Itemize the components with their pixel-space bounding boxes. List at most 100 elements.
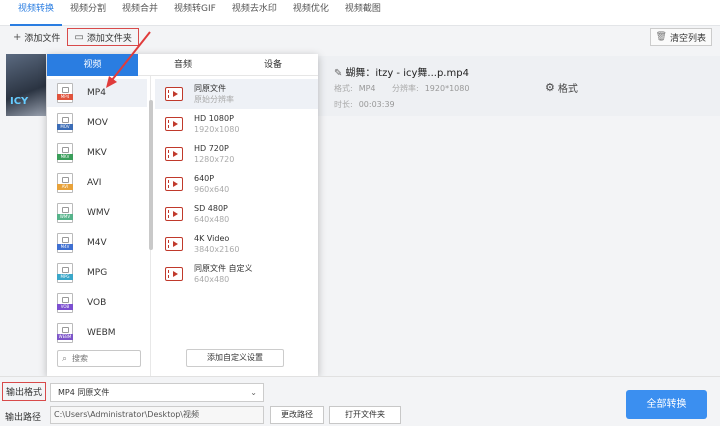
resolution-sub: 1280x720 bbox=[194, 155, 235, 164]
trash-icon: 🗑 bbox=[655, 32, 667, 42]
resolution-item[interactable]: SD 480P 640x480 bbox=[155, 199, 318, 229]
format-item-mp4[interactable]: MP4 MP4 bbox=[47, 79, 147, 107]
add-folder-button[interactable]: ▭ 添加文件夹 bbox=[67, 28, 139, 46]
format-item-wmv[interactable]: WMV WMV bbox=[47, 199, 147, 227]
file-duration: 时长: 00:03:39 bbox=[334, 99, 395, 110]
format-item-mov[interactable]: MOV MOV bbox=[47, 109, 147, 137]
webm-file-icon: WEBM bbox=[57, 323, 73, 343]
tab-video-merge[interactable]: 视频合并 bbox=[114, 0, 166, 26]
tab-video-optimize[interactable]: 视频优化 bbox=[285, 0, 337, 26]
format-popup: 视频 音频 设备 MP4 MP4 MOV MOV MKV MKV AVI AVI… bbox=[47, 54, 318, 376]
search-icon: ⌕ bbox=[62, 353, 68, 364]
format-item-mkv[interactable]: MKV MKV bbox=[47, 139, 147, 167]
film-icon bbox=[165, 117, 183, 131]
format-label: AVI bbox=[87, 178, 102, 188]
mp4-file-icon: MP4 bbox=[57, 83, 73, 103]
resolution-item[interactable]: 640P 960x640 bbox=[155, 169, 318, 199]
output-format-value: MP4 同原文件 bbox=[58, 388, 110, 397]
format-search-input[interactable] bbox=[72, 354, 133, 363]
resolution-sub: 640x480 bbox=[194, 275, 230, 284]
film-icon bbox=[165, 87, 183, 101]
add-file-button[interactable]: + 添加文件 bbox=[6, 28, 67, 46]
format-search-box[interactable]: ⌕ bbox=[57, 350, 141, 367]
output-format-label: 输出格式 bbox=[2, 382, 47, 401]
thumbnail-text: ICY bbox=[10, 96, 29, 107]
format-settings-label: 格式 bbox=[557, 84, 578, 95]
mpg-file-icon: MPG bbox=[57, 263, 73, 283]
format-list-scrollbar[interactable] bbox=[149, 100, 153, 250]
format-label: M4V bbox=[87, 238, 107, 248]
tab-video-screenshot[interactable]: 视频截图 bbox=[337, 0, 389, 26]
popup-tab-video[interactable]: 视频 bbox=[47, 54, 138, 76]
resolution-name: 4K Video bbox=[194, 234, 230, 243]
avi-file-icon: AVI bbox=[57, 173, 73, 193]
tab-video-split[interactable]: 视频分割 bbox=[62, 0, 114, 26]
format-item-m4v[interactable]: M4V M4V bbox=[47, 229, 147, 257]
resolution-sub: 1920x1080 bbox=[194, 125, 240, 134]
tab-video-to-gif[interactable]: 视频转GIF bbox=[166, 0, 224, 26]
clear-list-button[interactable]: 🗑 清空列表 bbox=[649, 28, 712, 46]
resolution-item[interactable]: 同原文件 自定义 640x480 bbox=[155, 259, 318, 289]
resolution-item[interactable]: 4K Video 3840x2160 bbox=[155, 229, 318, 259]
resolution-item[interactable]: HD 720P 1280x720 bbox=[155, 139, 318, 169]
resolution-item[interactable]: HD 1080P 1920x1080 bbox=[155, 109, 318, 139]
file-duration-label: 时长: bbox=[334, 100, 353, 109]
tab-video-convert[interactable]: 视频转换 bbox=[10, 0, 63, 26]
file-name-text: 蝴舞：itzy - icy舞...p.mp4 bbox=[345, 68, 469, 79]
file-resolution-value: 1920*1080 bbox=[424, 84, 470, 93]
resolution-sub: 原始分辨率 bbox=[194, 95, 234, 104]
film-icon bbox=[165, 237, 183, 251]
output-path-label: 输出路径 bbox=[5, 413, 42, 423]
format-label: MKV bbox=[87, 148, 107, 158]
file-duration-value: 00:03:39 bbox=[358, 100, 395, 109]
resolution-name: SD 480P bbox=[194, 204, 228, 213]
change-path-button[interactable]: 更改路径 bbox=[270, 406, 324, 424]
file-name: ✎ 蝴舞：itzy - icy舞...p.mp4 bbox=[334, 64, 469, 79]
format-settings-button[interactable]: ⚙ 格式 bbox=[545, 80, 578, 95]
mov-file-icon: MOV bbox=[57, 113, 73, 133]
format-item-avi[interactable]: AVI AVI bbox=[47, 169, 147, 197]
mkv-file-icon: MKV bbox=[57, 143, 73, 163]
top-tab-bar: 视频转换 视频分割 视频合并 视频转GIF 视频去水印 视频优化 视频截图 bbox=[0, 0, 720, 26]
add-file-label: 添加文件 bbox=[24, 33, 61, 44]
add-folder-label: 添加文件夹 bbox=[86, 33, 132, 44]
resolution-sub: 640x480 bbox=[194, 215, 230, 224]
popup-tab-audio[interactable]: 音频 bbox=[138, 54, 228, 76]
pencil-icon[interactable]: ✎ bbox=[334, 68, 342, 79]
plus-icon: + bbox=[13, 31, 22, 43]
output-format-select[interactable]: MP4 同原文件 ⌄ bbox=[50, 383, 264, 402]
clear-list-label: 清空列表 bbox=[669, 33, 706, 44]
format-item-webm[interactable]: WEBM WEBM bbox=[47, 319, 147, 347]
format-label: VOB bbox=[87, 298, 107, 308]
file-format-value: MP4 bbox=[358, 84, 376, 93]
resolution-name: 640P bbox=[194, 174, 215, 183]
popup-tab-device[interactable]: 设备 bbox=[228, 54, 318, 76]
resolution-item[interactable]: 同原文件 原始分辨率 bbox=[155, 79, 318, 109]
film-icon bbox=[165, 177, 183, 191]
format-item-vob[interactable]: VOB VOB bbox=[47, 289, 147, 317]
folder-icon: ▭ bbox=[74, 31, 84, 43]
output-path-field[interactable]: C:\Users\Administrator\Desktop\视频 bbox=[50, 406, 264, 424]
format-item-mpg[interactable]: MPG MPG bbox=[47, 259, 147, 287]
format-label: WEBM bbox=[87, 328, 116, 338]
popup-tabs: 视频 音频 设备 bbox=[47, 54, 318, 76]
vob-file-icon: VOB bbox=[57, 293, 73, 313]
convert-all-button[interactable]: 全部转换 bbox=[626, 390, 707, 419]
film-icon bbox=[165, 147, 183, 161]
resolution-name: HD 1080P bbox=[194, 114, 234, 123]
open-folder-button[interactable]: 打开文件夹 bbox=[329, 406, 401, 424]
wmv-file-icon: WMV bbox=[57, 203, 73, 223]
format-label: MOV bbox=[87, 118, 108, 128]
tab-remove-watermark[interactable]: 视频去水印 bbox=[224, 0, 285, 26]
add-custom-setting-button[interactable]: 添加自定义设置 bbox=[186, 349, 284, 367]
resolution-sub: 3840x2160 bbox=[194, 245, 240, 254]
format-label: MP4 bbox=[87, 88, 106, 98]
resolution-sub: 960x640 bbox=[194, 185, 230, 194]
file-resolution-label: 分辨率: bbox=[392, 84, 419, 93]
format-list: MP4 MP4 MOV MOV MKV MKV AVI AVI WMV WMV … bbox=[47, 76, 153, 376]
gear-icon: ⚙ bbox=[545, 81, 555, 94]
file-format-label: 格式: bbox=[334, 84, 353, 93]
resolution-name: HD 720P bbox=[194, 144, 229, 153]
m4v-file-icon: M4V bbox=[57, 233, 73, 253]
file-resolution: 分辨率: 1920*1080 bbox=[392, 83, 469, 94]
